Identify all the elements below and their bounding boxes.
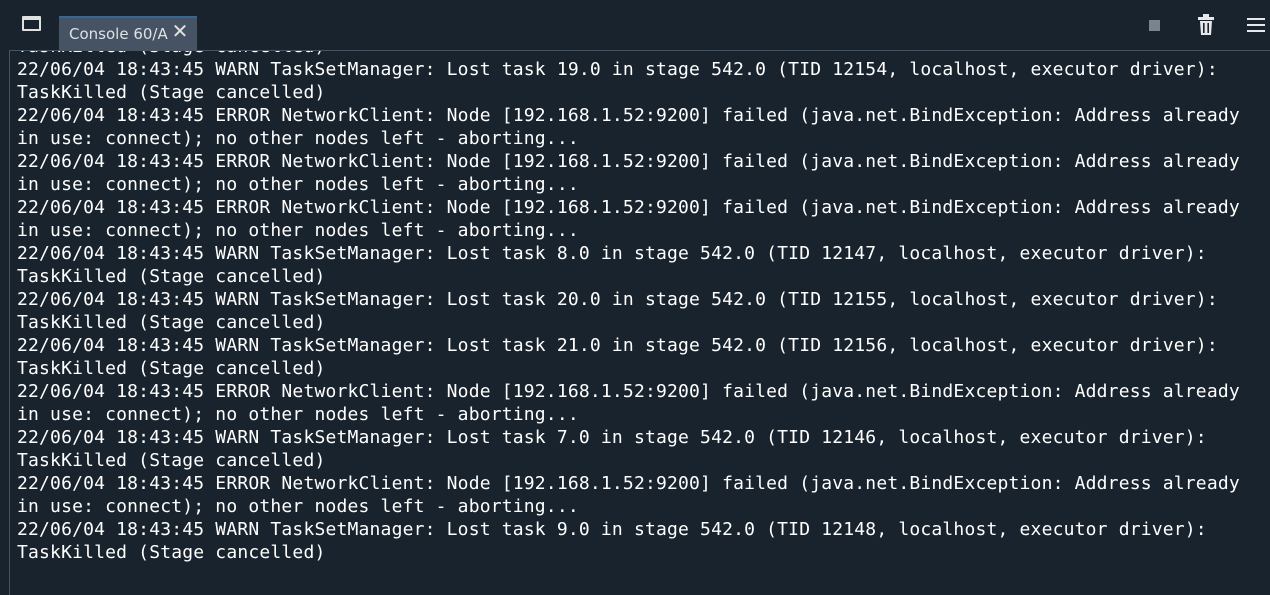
hamburger-menu-icon[interactable]: [1247, 17, 1265, 33]
log-line: 22/06/04 18:43:45 ERROR NetworkClient: N…: [17, 197, 1240, 218]
log-line: 22/06/04 18:43:45 WARN TaskSetManager: L…: [17, 519, 1207, 540]
log-line: TaskKilled (Stage cancelled): [17, 312, 326, 333]
log-line: TaskKilled (Stage cancelled): [17, 450, 326, 471]
log-line: in use: connect); no other nodes left - …: [17, 496, 579, 517]
console-toolbar: Console 60/A ✕: [0, 0, 1270, 50]
log-line: 22/06/04 18:43:45 WARN TaskSetManager: L…: [17, 59, 1218, 80]
console-lines: TaskKilled (Stage cancelled)22/06/04 18:…: [17, 51, 1270, 564]
log-line: TaskKilled (Stage cancelled): [17, 51, 1270, 58]
log-line: TaskKilled (Stage cancelled): [17, 358, 326, 379]
window-icon[interactable]: [22, 16, 41, 31]
log-line: 22/06/04 18:43:45 ERROR NetworkClient: N…: [17, 151, 1240, 172]
trash-icon[interactable]: [1196, 14, 1216, 36]
log-line: 22/06/04 18:43:45 WARN TaskSetManager: L…: [17, 335, 1218, 356]
log-line: in use: connect); no other nodes left - …: [17, 174, 579, 195]
log-line: TaskKilled (Stage cancelled): [17, 82, 326, 103]
stop-icon[interactable]: [1149, 20, 1160, 31]
log-line: 22/06/04 18:43:45 WARN TaskSetManager: L…: [17, 243, 1207, 264]
tab-label: Console 60/A: [69, 25, 168, 43]
log-line: 22/06/04 18:43:45 WARN TaskSetManager: L…: [17, 289, 1218, 310]
tab-console[interactable]: Console 60/A ✕: [59, 16, 197, 50]
log-line: in use: connect); no other nodes left - …: [17, 404, 579, 425]
log-line: 22/06/04 18:43:45 ERROR NetworkClient: N…: [17, 473, 1240, 494]
close-icon[interactable]: ✕: [171, 21, 189, 41]
log-line: TaskKilled (Stage cancelled): [17, 266, 326, 287]
log-line: 22/06/04 18:43:45 WARN TaskSetManager: L…: [17, 427, 1207, 448]
log-line: TaskKilled (Stage cancelled): [17, 542, 326, 563]
log-line: in use: connect); no other nodes left - …: [17, 128, 579, 149]
log-line: in use: connect); no other nodes left - …: [17, 220, 579, 241]
console-output[interactable]: TaskKilled (Stage cancelled)22/06/04 18:…: [9, 50, 1270, 595]
log-line: 22/06/04 18:43:45 ERROR NetworkClient: N…: [17, 105, 1240, 126]
log-line: 22/06/04 18:43:45 ERROR NetworkClient: N…: [17, 381, 1240, 402]
